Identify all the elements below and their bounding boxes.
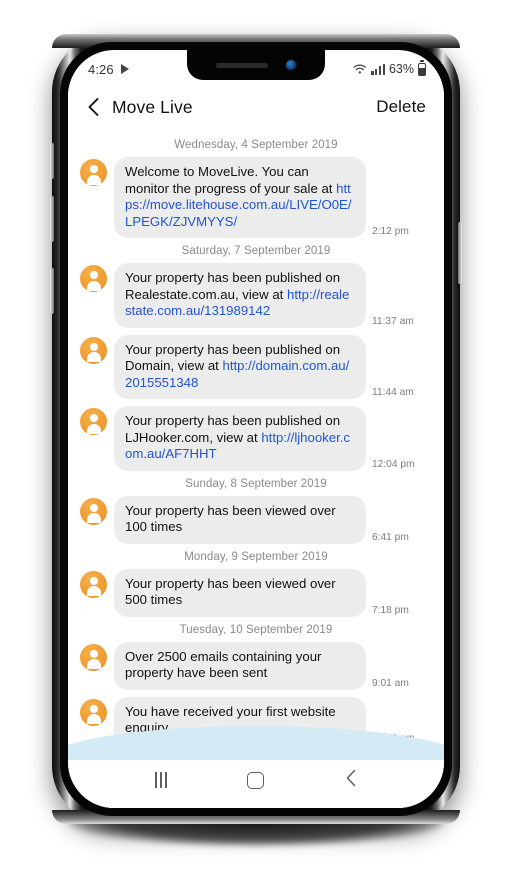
date-separator: Wednesday, 4 September 2019 [174, 139, 338, 151]
message-bubble[interactable]: Over 2500 emails containing your propert… [114, 641, 366, 690]
message-bubble[interactable]: Your property has been published on Real… [114, 263, 366, 328]
contact-avatar[interactable] [80, 570, 107, 598]
contact-avatar[interactable] [80, 265, 107, 292]
phone-screen: 4:26 63% Move Live Delete Wednesday, 4 S… [68, 50, 444, 808]
message-row: Your property has been published on Doma… [68, 334, 444, 399]
message-timestamp: 11:37 am [372, 315, 414, 327]
message-bubble[interactable]: Your property has been viewed over 100 t… [114, 495, 366, 544]
contact-avatar[interactable] [80, 408, 107, 435]
page-title: Move Live [112, 96, 193, 117]
avatar-head-icon [89, 503, 98, 512]
status-bar-right: 63% [353, 62, 426, 76]
power-button[interactable] [458, 222, 462, 284]
date-separator: Sunday, 8 September 2019 [185, 477, 327, 490]
avatar-head-icon [89, 649, 98, 658]
volume-up-button[interactable] [50, 143, 54, 179]
avatar-head-icon [89, 414, 98, 422]
app-header: Move Live Delete [68, 88, 444, 126]
status-time: 4:26 [88, 61, 114, 77]
recents-button[interactable] [144, 765, 178, 795]
message-bubble[interactable]: Your property has been published on Doma… [114, 334, 366, 399]
android-nav-bar [68, 760, 444, 808]
avatar-head-icon [89, 704, 98, 713]
avatar-head-icon [89, 165, 98, 173]
home-button[interactable] [239, 765, 273, 795]
avatar-body-icon [86, 423, 101, 434]
signal-bars-icon [371, 63, 385, 75]
message-text: Welcome to MoveLive. You can monitor the… [125, 164, 337, 196]
avatar-body-icon [86, 513, 101, 523]
avatar-head-icon [89, 576, 98, 585]
message-text: Over 2500 emails containing your propert… [125, 648, 322, 681]
contact-avatar[interactable] [80, 698, 107, 726]
message-row: Welcome to MoveLive. You can monitor the… [68, 157, 444, 238]
recents-icon [155, 772, 168, 788]
contact-avatar[interactable] [80, 497, 107, 525]
message-row: Your property has been published on Real… [68, 263, 444, 328]
message-timestamp: 9:01 am [372, 677, 409, 689]
contact-avatar[interactable] [80, 159, 107, 186]
message-row: Over 2500 emails containing your propert… [68, 641, 444, 690]
battery-percent-label: 63% [388, 62, 414, 76]
contact-avatar[interactable] [80, 643, 107, 671]
avatar-body-icon [86, 714, 101, 724]
message-row: Your property has been viewed over 500 t… [68, 568, 444, 617]
delete-button[interactable]: Delete [376, 97, 426, 117]
avatar-body-icon [86, 280, 101, 291]
avatar-head-icon [89, 342, 98, 351]
home-icon [247, 771, 265, 789]
message-bubble[interactable]: Welcome to MoveLive. You can monitor the… [114, 157, 366, 238]
date-separator: Tuesday, 10 September 2019 [179, 623, 333, 636]
back-icon [345, 769, 357, 792]
earpiece-speaker-icon [216, 62, 268, 68]
message-timestamp: 6:41 pm [372, 531, 409, 543]
date-separator: Saturday, 7 September 2019 [181, 245, 331, 257]
status-bar-left: 4:26 [88, 62, 129, 77]
avatar-body-icon [86, 586, 101, 596]
volume-down-button[interactable] [50, 196, 54, 242]
conversation-list[interactable]: Wednesday, 4 September 2019 Welcome to Mo… [68, 126, 444, 808]
avatar-body-icon [86, 174, 101, 185]
message-row: Your property has been published on LJHo… [68, 406, 444, 471]
message-text: Your property has been viewed over 100 t… [125, 502, 336, 535]
avatar-body-icon [86, 659, 101, 669]
nav-back-button[interactable] [334, 765, 368, 795]
message-bubble[interactable]: Your property has been viewed over 500 t… [114, 568, 366, 617]
contact-avatar[interactable] [80, 336, 107, 364]
screenshot-stage: 4:26 63% Move Live Delete Wednesday, 4 S… [0, 0, 512, 877]
message-timestamp: 11:44 am [372, 387, 414, 398]
date-separator: Monday, 9 September 2019 [184, 550, 328, 563]
back-chevron-icon[interactable] [82, 96, 104, 118]
assistant-button[interactable] [50, 268, 54, 314]
message-bubble[interactable]: Your property has been published on LJHo… [114, 406, 366, 471]
message-text: Your property has been viewed over 500 t… [125, 575, 336, 608]
message-timestamp: 2:12 pm [372, 226, 409, 237]
front-camera-icon [286, 60, 296, 70]
battery-icon [418, 62, 426, 76]
avatar-body-icon [86, 352, 101, 362]
avatar-head-icon [89, 271, 98, 279]
message-row: Your property has been viewed over 100 t… [68, 495, 444, 544]
message-timestamp: 12:04 pm [372, 458, 415, 470]
play-icon [120, 64, 129, 74]
message-timestamp: 7:18 pm [372, 604, 409, 616]
notch [187, 50, 325, 80]
wifi-icon [353, 63, 367, 75]
